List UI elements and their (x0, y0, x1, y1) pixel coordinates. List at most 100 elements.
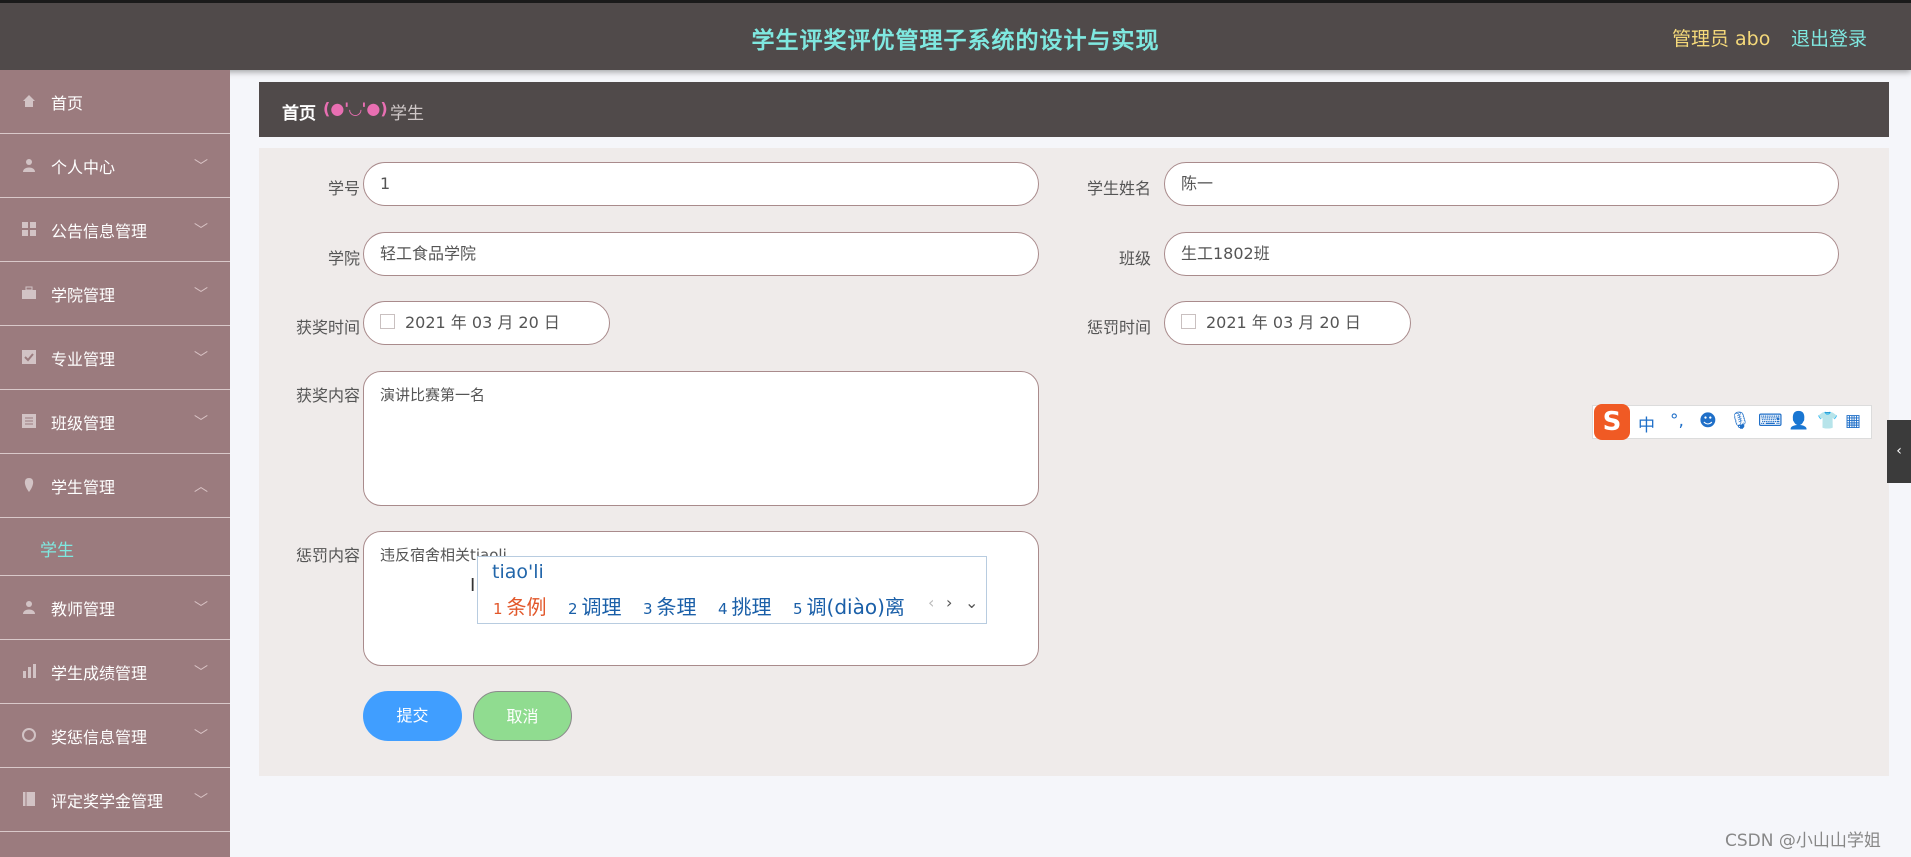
sidebar-item-class[interactable]: 班级管理 ﹀ (0, 390, 230, 454)
chevron-down-icon: ﹀ (194, 159, 208, 175)
chevron-up-icon: ︿ (194, 479, 208, 495)
sidebar-subitem-student[interactable]: 学生 (0, 518, 230, 576)
logout-link[interactable]: 退出登录 (1791, 24, 1867, 51)
sidebar-item-label: 首页 (51, 94, 84, 113)
emoji-icon[interactable]: ☻ (1699, 411, 1717, 431)
sidebar-item-label: 个人中心 (51, 158, 116, 177)
ime-pinyin: tiao'li (492, 561, 544, 583)
book-icon (23, 792, 35, 806)
text-cursor-icon: I (470, 575, 476, 596)
chevron-down-icon: ﹀ (194, 793, 208, 809)
breadcrumb-separator: (●'◡'●) (323, 99, 388, 118)
sidebar-item-announcements[interactable]: 公告信息管理 ﹀ (0, 198, 230, 262)
sidebar-subitem-label: 学生 (40, 541, 74, 561)
sidebar-item-personal-center[interactable]: 个人中心 ﹀ (0, 134, 230, 198)
penalty-time-picker[interactable]: 2021 年 03 月 20 日 (1164, 301, 1411, 345)
chevron-down-icon: ﹀ (194, 223, 208, 239)
student-id-label: 学号 (327, 179, 360, 198)
pin-icon (24, 478, 34, 492)
award-content-label: 获奖内容 (295, 386, 360, 405)
chevron-right-icon[interactable]: › (946, 593, 952, 612)
student-id-field[interactable]: 1 (363, 162, 1039, 206)
chevron-down-icon: ﹀ (194, 415, 208, 431)
ime-candidate[interactable]: 3 条理 (643, 591, 697, 620)
chevron-down-icon: ﹀ (194, 665, 208, 681)
sidebar-item-label: 公告信息管理 (51, 222, 148, 241)
sidebar-item-scholarship[interactable]: 评定奖学金管理 ﹀ (0, 768, 230, 832)
college-field[interactable]: 轻工食品学院 (363, 232, 1039, 276)
ime-mode-toggle[interactable]: 中 (1638, 411, 1655, 436)
student-name-field[interactable]: 陈一 (1164, 162, 1839, 206)
student-name-label: 学生姓名 (1086, 179, 1151, 198)
admin-label: 管理员 abo (1672, 28, 1771, 50)
side-collapse-tab[interactable]: ‹ (1887, 420, 1911, 483)
award-content-textarea[interactable]: 演讲比赛第一名 (363, 371, 1039, 506)
top-bar: 学生评奖评优管理子系统的设计与实现 管理员 abo 退出登录 (0, 0, 1911, 70)
keyboard-icon[interactable]: ⌨ (1758, 411, 1783, 431)
chevron-down-icon: ﹀ (194, 601, 208, 617)
class-field[interactable]: 生工1802班 (1164, 232, 1839, 276)
calendar-icon (380, 314, 395, 329)
circle-icon (22, 728, 36, 742)
sidebar-item-label: 学生管理 (51, 478, 116, 497)
chevron-down-icon[interactable]: ⌄ (965, 593, 978, 612)
briefcase-icon (22, 286, 36, 299)
sidebar-item-home[interactable]: 首页 (0, 70, 230, 134)
sidebar-item-label: 学生成绩管理 (51, 664, 148, 683)
chevron-down-icon: ﹀ (194, 729, 208, 745)
breadcrumb: 首页 (●'◡'●) 学生 (259, 82, 1889, 137)
ime-candidate[interactable]: 1 条例 (493, 591, 547, 620)
penalty-time-value: 2021 年 03 月 20 日 (1206, 313, 1361, 332)
sidebar-item-rewards[interactable]: 奖惩信息管理 ﹀ (0, 704, 230, 768)
calendar-icon (1181, 314, 1196, 329)
user-icon (23, 601, 35, 614)
chart-icon (23, 664, 36, 678)
ime-candidate[interactable]: 5 调(diào)离 (793, 591, 905, 620)
sidebar-item-label: 专业管理 (51, 350, 116, 369)
sidebar-item-label: 班级管理 (51, 414, 116, 433)
chevron-down-icon: ﹀ (194, 351, 208, 367)
ime-candidate[interactable]: 4 挑理 (718, 591, 772, 620)
chevron-left-icon: ‹ (1896, 443, 1902, 459)
sogou-logo-icon[interactable]: S (1594, 404, 1630, 440)
penalty-time-label: 惩罚时间 (1086, 318, 1151, 337)
chevron-left-icon[interactable]: ‹ (928, 593, 934, 612)
form-panel: 学号 1 学生姓名 陈一 学院 轻工食品学院 班级 生工1802班 获奖时间 2… (259, 148, 1889, 776)
microphone-icon[interactable]: 🎙 (1729, 411, 1751, 431)
ime-candidate-popup: tiao'li 1 条例 2 调理 3 条理 4 挑理 5 调(diào)离 ‹ › ⌄ (477, 556, 987, 624)
award-time-picker[interactable]: 2021 年 03 月 20 日 (363, 301, 610, 345)
sidebar-item-label: 评定奖学金管理 (51, 792, 164, 811)
sidebar-item-label: 奖惩信息管理 (51, 728, 148, 747)
skin-icon[interactable]: 👕 (1817, 411, 1838, 431)
college-label: 学院 (327, 249, 360, 268)
apps-grid-icon[interactable]: ▦ (1845, 411, 1861, 431)
grid-icon (22, 222, 36, 236)
ime-candidate[interactable]: 2 调理 (568, 591, 622, 620)
sidebar-item-scores[interactable]: 学生成绩管理 ﹀ (0, 640, 230, 704)
home-icon (23, 95, 35, 107)
check-icon (22, 350, 36, 364)
sidebar-item-teacher[interactable]: 教师管理 ﹀ (0, 576, 230, 640)
ime-toolbar: S 中 °, ☻ 🎙 ⌨ 👤 👕 ▦ (1592, 404, 1872, 440)
sidebar-item-college[interactable]: 学院管理 ﹀ (0, 262, 230, 326)
award-time-value: 2021 年 03 月 20 日 (405, 313, 560, 332)
user-icon (23, 159, 35, 172)
sidebar: 首页 个人中心 ﹀ 公告信息管理 ﹀ 学院管理 ﹀ 专业管理 ﹀ 班级管理 ﹀ … (0, 70, 230, 857)
list-icon (22, 414, 36, 428)
sidebar-item-student[interactable]: 学生管理 ︿ (0, 454, 230, 518)
punctuation-toggle[interactable]: °, (1670, 411, 1684, 431)
submit-button[interactable]: 提交 (363, 691, 462, 741)
chevron-down-icon: ﹀ (194, 287, 208, 303)
app-title: 学生评奖评优管理子系统的设计与实现 (751, 28, 1160, 54)
breadcrumb-home[interactable]: 首页 (282, 99, 316, 124)
watermark: CSDN @小山山学姐 (1725, 831, 1881, 851)
sidebar-item-label: 教师管理 (51, 600, 116, 619)
award-time-label: 获奖时间 (295, 318, 360, 337)
penalty-content-label: 惩罚内容 (295, 546, 360, 565)
class-label: 班级 (1118, 249, 1151, 268)
breadcrumb-current: 学生 (390, 104, 424, 124)
sidebar-item-major[interactable]: 专业管理 ﹀ (0, 326, 230, 390)
cancel-button[interactable]: 取消 (473, 691, 572, 741)
user-icon[interactable]: 👤 (1788, 411, 1809, 431)
sidebar-item-label: 学院管理 (51, 286, 116, 305)
